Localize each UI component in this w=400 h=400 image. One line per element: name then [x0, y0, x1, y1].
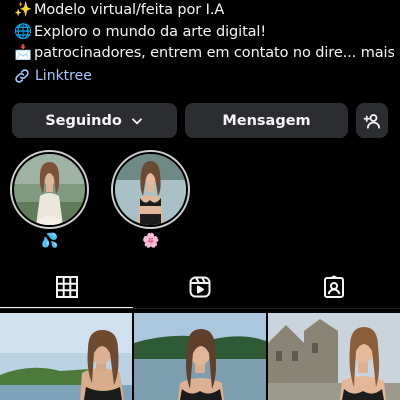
highlight-emoji: 🌸	[142, 233, 160, 249]
tagged-icon	[323, 275, 344, 298]
tab-posts[interactable]	[0, 266, 133, 308]
bio-line-1: ✨ Modelo virtual/feita por I.A	[14, 0, 394, 22]
following-button[interactable]: Seguindo	[12, 103, 177, 138]
add-user-button[interactable]	[356, 103, 388, 138]
highlight-emoji: 💦	[41, 233, 59, 249]
link-icon	[15, 69, 29, 83]
highlight-cover[interactable]	[14, 154, 85, 225]
tab-divider	[0, 308, 400, 309]
bio-text[interactable]: patrocinadores, entrem em contato no dir…	[34, 45, 394, 61]
profile-actions: Seguindo Mensagem	[12, 103, 388, 138]
reels-icon	[189, 276, 210, 298]
post-thumbnail[interactable]	[0, 313, 132, 400]
bio-line-2: 🌐 Exploro o mundo da arte digital!	[14, 22, 394, 44]
globe-emoji: 🌐	[14, 23, 32, 40]
envelope-emoji: 📩	[14, 45, 32, 61]
following-label: Seguindo	[45, 112, 122, 129]
message-button[interactable]: Mensagem	[185, 103, 348, 138]
profile-tabs	[0, 266, 400, 309]
linktree-link[interactable]: Linktree	[14, 66, 92, 86]
chevron-down-icon	[131, 117, 142, 124]
bio-line-3[interactable]: 📩 patrocinadores, entrem em contato no di…	[14, 43, 394, 65]
message-label: Mensagem	[222, 112, 311, 129]
bio-text: Exploro o mundo da arte digital!	[34, 23, 267, 40]
grid-icon	[55, 276, 78, 298]
profile-bio: ✨ Modelo virtual/feita por I.A 🌐 Exploro o…	[14, 0, 394, 65]
sparkles-emoji: ✨	[14, 2, 32, 18]
post-thumbnail[interactable]	[134, 313, 266, 400]
add-person-icon	[363, 113, 381, 129]
highlight-item[interactable]: 💦	[10, 150, 90, 250]
post-thumbnail[interactable]	[268, 313, 400, 400]
linktree-label[interactable]: Linktree	[35, 68, 92, 84]
tab-reels[interactable]	[133, 266, 266, 308]
highlight-cover[interactable]	[115, 154, 186, 225]
tab-tagged[interactable]	[267, 266, 400, 308]
highlight-item[interactable]: 🌸	[111, 150, 191, 250]
posts-grid	[0, 313, 400, 400]
bio-text: Modelo virtual/feita por I.A	[34, 2, 225, 18]
